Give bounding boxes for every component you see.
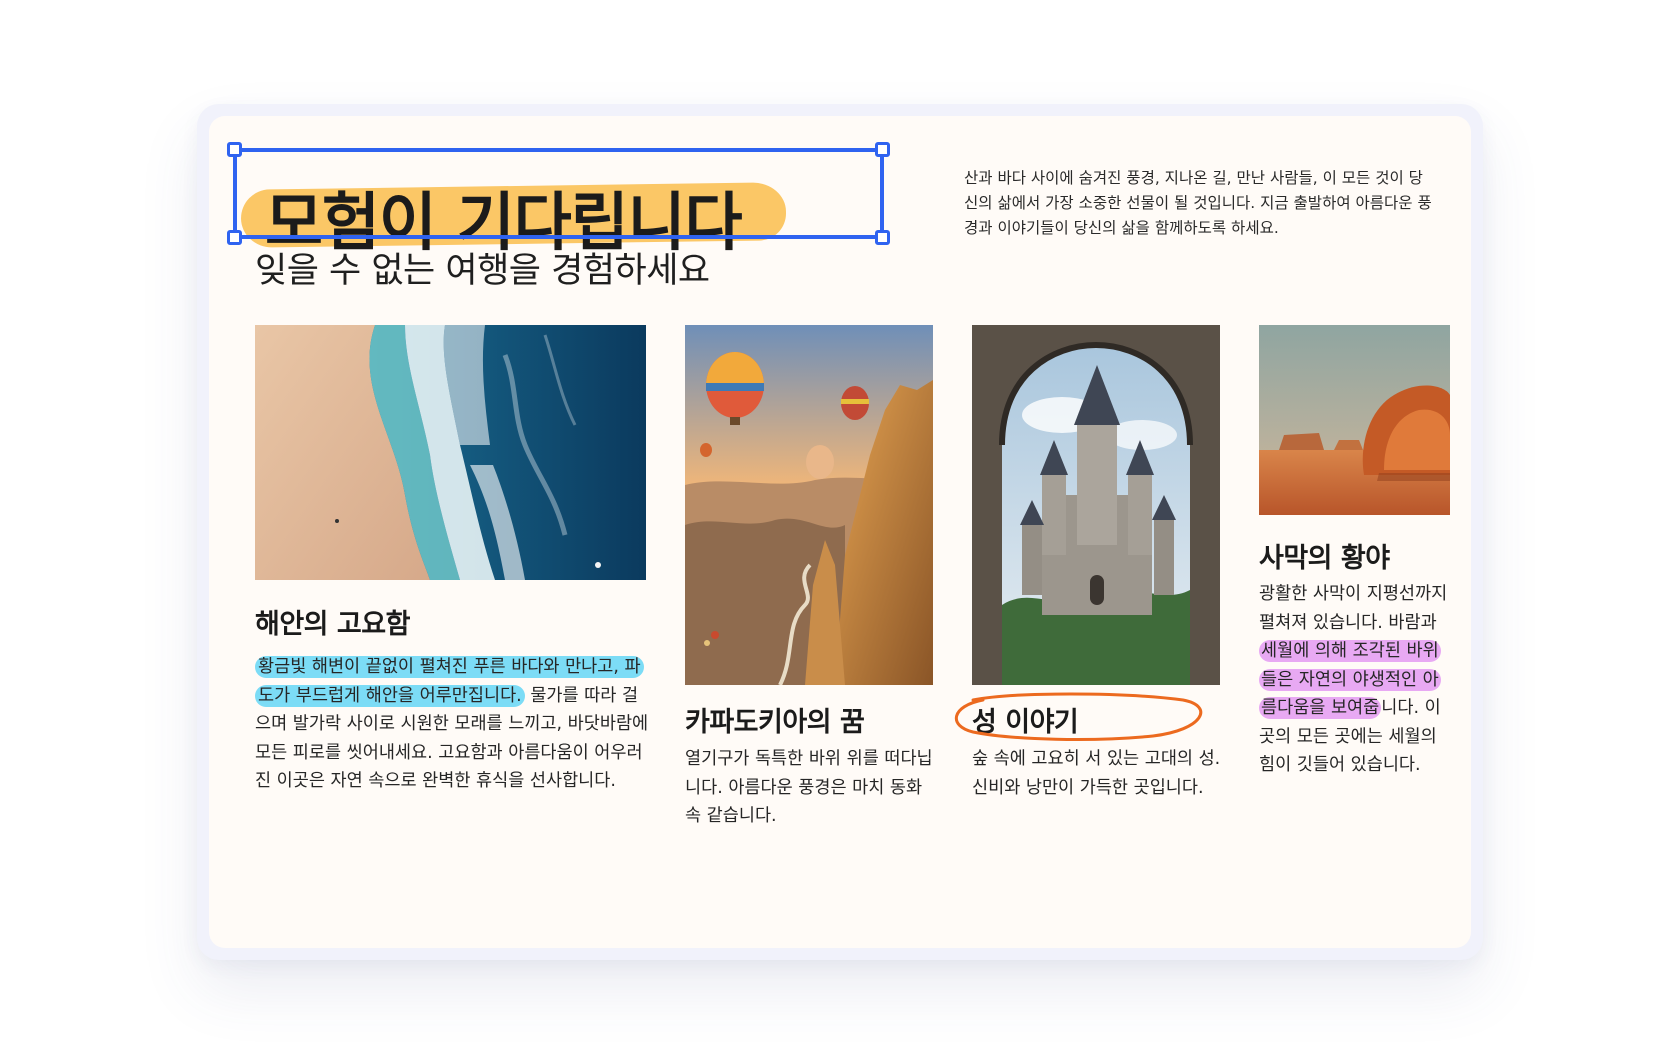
resize-handle-bottom-left[interactable]: [227, 230, 242, 245]
page-subtitle: 잊을 수 없는 여행을 경험하세요: [255, 251, 710, 291]
page-canvas: 모험이 기다립니다 잊을 수 없는 여행을 경험하세요 산과 바다 사이에 숨겨…: [209, 116, 1471, 948]
card-title-desert: 사막의 황야: [1259, 543, 1390, 574]
resize-handle-bottom-right[interactable]: [875, 230, 890, 245]
intro-paragraph: 산과 바다 사이에 숨겨진 풍경, 지나온 길, 만난 사람들, 이 모든 것이…: [964, 169, 1432, 237]
resize-handle-top-right[interactable]: [875, 142, 890, 157]
castle-photo: [972, 325, 1220, 685]
circle-annotation[interactable]: [953, 690, 1211, 744]
resize-handle-top-left[interactable]: [227, 142, 242, 157]
selection-box[interactable]: [227, 142, 890, 245]
card-body-castle: 숲 속에 고요히 서 있는 고대의 성. 신비와 낭만이 가득한 곳입니다.: [972, 749, 1221, 798]
cappadocia-photo: [685, 325, 933, 685]
card-body-coast: 황금빛 해변이 끝없이 펼쳐진 푸른 바다와 만나고, 파도가 부드럽게 해안을…: [255, 653, 650, 796]
card-body-desert: 광활한 사막이 지평선까지 펼쳐져 있습니다. 바람과 세월에 의해 조각된 바…: [1259, 580, 1454, 780]
card-body-text: 광활한 사막이 지평선까지 펼쳐져 있습니다. 바람과: [1259, 584, 1448, 633]
card-title-coast: 해안의 고요함: [255, 609, 410, 640]
desert-photo: [1259, 325, 1450, 515]
card-body-cappadocia: 열기구가 독특한 바위 위를 떠다닙니다. 아름다운 풍경은 마치 동화 속 같…: [685, 749, 933, 826]
card-title-cappadocia: 카파도키아의 꿈: [685, 707, 865, 738]
beach-photo: [255, 325, 646, 580]
